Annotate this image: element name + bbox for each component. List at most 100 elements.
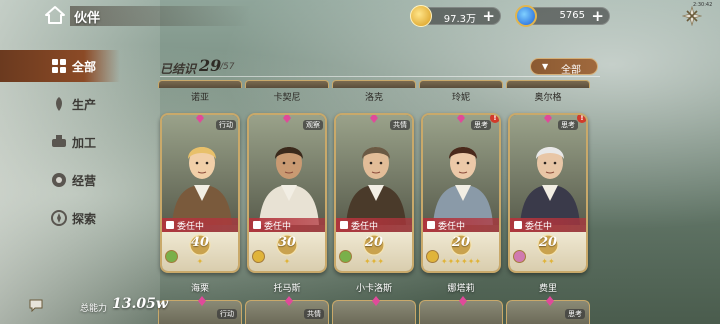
gem-value: 5765 <box>559 10 585 21</box>
portrait-image <box>162 115 238 225</box>
bound-total: /57 <box>220 62 235 72</box>
star-rating: ✦✦✦✦✦✦ <box>440 257 482 266</box>
status-badge: 委任中 <box>423 218 499 232</box>
sidebar-item-management[interactable]: 经营 <box>0 164 120 196</box>
card-footer: 40 ✦ <box>162 232 238 271</box>
sidebar-item-label: 全部 <box>72 60 97 74</box>
star-rating: ✦✦✦ <box>363 257 385 266</box>
card-footer: 30 ✦ <box>249 232 325 271</box>
partner-card[interactable]: 观察 委任中 30 ✦ <box>247 113 327 273</box>
star-rating: ✦ <box>196 257 204 266</box>
alert-icon: ! <box>490 115 499 123</box>
portrait-image <box>336 115 412 225</box>
sidebar-item-label: 生产 <box>72 98 97 112</box>
level-value: 40 <box>190 235 210 250</box>
partner-card[interactable]: 思考 ! 委任中 20 ✦✦ <box>508 113 588 273</box>
power-value: 13.05w <box>112 296 168 312</box>
status-badge: 委任中 <box>249 218 325 232</box>
gold-coin-icon <box>410 5 432 27</box>
gem-marker-icon <box>196 115 204 123</box>
chat-icon[interactable] <box>28 298 44 312</box>
top-card-name[interactable]: 玲妮 <box>421 90 501 103</box>
gem-resource: 5765 + <box>515 5 610 27</box>
card-name: 娜塔莉 <box>447 284 475 294</box>
card-name: 海栗 <box>190 284 209 294</box>
chevron-down-icon: ▼ <box>542 62 549 71</box>
production-icon <box>56 97 62 111</box>
status-label: 委任中 <box>525 222 553 232</box>
gem-icon <box>515 5 537 27</box>
sidebar-item-production[interactable]: 生产 <box>0 88 120 120</box>
task-icon <box>427 221 435 229</box>
task-icon <box>166 221 174 229</box>
filter-label: 全部 <box>561 65 581 76</box>
add-gem-button[interactable]: + <box>591 7 604 25</box>
trait-tag: 共情 <box>304 309 324 319</box>
top-card-strip <box>245 80 329 88</box>
home-icon[interactable] <box>44 5 66 25</box>
sidebar-backdrop <box>0 0 160 324</box>
sidebar-item-all[interactable]: 全部 <box>0 50 120 82</box>
level-value: 30 <box>277 235 297 250</box>
explore-icon <box>51 210 67 226</box>
trait-tag: 观察 <box>303 120 323 130</box>
portrait-image <box>249 115 325 225</box>
trait-tag: 思考 <box>471 120 491 130</box>
top-card-name[interactable]: 奥尔格 <box>508 90 588 103</box>
status-label: 委任中 <box>177 222 205 232</box>
status-badge: 委任中 <box>510 218 586 232</box>
bound-label: 已结识 <box>160 62 197 76</box>
close-icon[interactable] <box>682 6 702 26</box>
status-badge: 委任中 <box>162 218 238 232</box>
gem-marker-icon <box>546 296 554 306</box>
trait-tag: 共情 <box>390 120 410 130</box>
level-value: 20 <box>538 235 558 250</box>
card-name: 托马斯 <box>273 284 301 294</box>
filter-dropdown[interactable]: ▼ 全部 <box>530 58 598 76</box>
sidebar-item-processing[interactable]: 加工 <box>0 126 120 158</box>
top-card-strip <box>158 80 242 88</box>
card-footer: 20 ✦✦ <box>510 232 586 271</box>
task-icon <box>340 221 348 229</box>
processing-icon <box>52 135 66 147</box>
top-card-strip <box>419 80 503 88</box>
card-footer: 20 ✦✦✦ <box>336 232 412 271</box>
alert-icon: ! <box>577 115 586 123</box>
gold-value: 97.3万 <box>443 14 476 25</box>
trait-tag: 思考 <box>565 309 585 319</box>
card-name: 费里 <box>538 284 557 294</box>
top-card-name[interactable]: 卡契尼 <box>247 90 327 103</box>
top-card-name[interactable]: 诺亚 <box>160 90 240 103</box>
gem-marker-icon <box>372 296 380 306</box>
add-gold-button[interactable]: + <box>482 7 495 25</box>
level-value: 20 <box>451 235 471 250</box>
gem-marker-icon <box>544 115 552 123</box>
gem-marker-icon <box>285 296 293 306</box>
task-icon <box>253 221 261 229</box>
partner-card[interactable]: 思考 ! 委任中 20 ✦✦✦✦✦✦ <box>421 113 501 273</box>
star-rating: ✦ <box>283 257 291 266</box>
gem-marker-icon <box>370 115 378 123</box>
sidebar-item-label: 经营 <box>72 174 97 188</box>
sidebar-item-explore[interactable]: 探索 <box>0 202 120 234</box>
top-card-strip <box>332 80 416 88</box>
trait-tag: 行动 <box>217 309 237 319</box>
sidebar-item-label: 加工 <box>72 136 97 150</box>
level-value: 20 <box>364 235 384 250</box>
card-name: 小卡洛斯 <box>355 284 392 294</box>
card-footer: 20 ✦✦✦✦✦✦ <box>423 232 499 271</box>
partner-card[interactable]: 共情 委任中 20 ✦✦✦ <box>334 113 414 273</box>
grid-icon <box>52 59 66 73</box>
partner-card[interactable]: 行动 委任中 40 ✦ <box>160 113 240 273</box>
gem-marker-icon <box>459 296 467 306</box>
top-card-strip <box>506 80 590 88</box>
gem-marker-icon <box>457 115 465 123</box>
management-icon <box>52 173 66 187</box>
sidebar-item-label: 探索 <box>72 212 97 226</box>
status-label: 委任中 <box>438 222 466 232</box>
task-icon <box>514 221 522 229</box>
gem-marker-icon <box>283 115 291 123</box>
top-bar: 伙伴 97.3万 + 5765 + 2:30:42 <box>0 0 720 32</box>
top-card-name[interactable]: 洛克 <box>334 90 414 103</box>
trait-tag: 行动 <box>216 120 236 130</box>
